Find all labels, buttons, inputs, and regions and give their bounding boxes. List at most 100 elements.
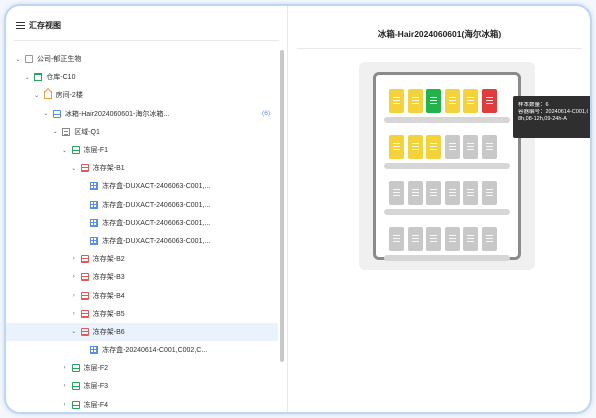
storage-box[interactable] xyxy=(426,89,441,113)
tree-node[interactable]: ⌄ 房间-2楼 xyxy=(6,86,278,104)
chevron-down-icon[interactable]: ⌄ xyxy=(14,56,22,63)
fridge-graphic xyxy=(359,62,535,270)
storage-box[interactable] xyxy=(389,227,404,251)
storage-tree: ⌄ 公司-郁正生物 ⌄ 仓库-C10 ⌄ 房间-2楼 ⌄ 冰箱-Hair2024060601-… xyxy=(6,50,278,412)
tree-node[interactable]: ⌄ 冻存架-B6 xyxy=(6,322,278,341)
box-icon xyxy=(90,200,99,209)
tree-node[interactable]: 冻存盒-DUXACT-2406063-C001,... xyxy=(6,177,278,195)
tree-panel-title: 汇存视图 xyxy=(29,20,61,30)
tree-node[interactable]: › 冻存架-B3 xyxy=(6,268,278,286)
fridge-shelf xyxy=(384,89,510,123)
tree-node[interactable]: ⌄ 冻存架-B1 xyxy=(6,159,278,177)
fridge-interior xyxy=(373,72,521,261)
tree-node[interactable]: ⌄ 仓库-C10 xyxy=(6,68,278,86)
tree-node-label: 冻存架-B1 xyxy=(92,165,125,173)
chevron-down-icon[interactable]: ⌄ xyxy=(61,147,69,154)
tree-node[interactable]: ⌄ 公司-郁正生物 xyxy=(6,50,278,68)
shelf-bar xyxy=(384,117,510,123)
scrollbar[interactable] xyxy=(280,50,284,362)
chevron-down-icon[interactable]: ⌄ xyxy=(70,328,78,335)
storage-box[interactable] xyxy=(389,89,404,113)
storage-box[interactable] xyxy=(389,181,404,205)
storage-box[interactable] xyxy=(481,181,497,205)
storage-box[interactable] xyxy=(481,135,497,159)
tree-node[interactable]: ⌄ 区域-Q1 xyxy=(6,123,278,141)
chevron-down-icon[interactable]: ⌄ xyxy=(70,165,78,172)
chevron-down-icon[interactable]: ⌄ xyxy=(51,128,59,135)
chevron-right-icon[interactable]: › xyxy=(70,256,78,262)
chevron-right-icon[interactable]: › xyxy=(61,365,69,371)
divider xyxy=(297,48,582,49)
shelf-icon xyxy=(80,309,89,318)
box-icon xyxy=(90,346,99,355)
tree-node-label: 冻层-F3 xyxy=(83,383,109,391)
divider xyxy=(14,40,279,41)
storage-box[interactable] xyxy=(463,89,478,113)
storage-box[interactable] xyxy=(426,227,441,251)
storage-box[interactable] xyxy=(444,181,460,205)
tree-node-label: 冻存架-B4 xyxy=(92,292,125,300)
storage-box[interactable] xyxy=(463,135,478,159)
chevron-right-icon[interactable]: › xyxy=(70,293,78,299)
storage-box[interactable] xyxy=(426,181,441,205)
tree-node[interactable]: ⌄ 冻层-F1 xyxy=(6,141,278,159)
fridge-view-panel: 冰箱-Hair2024060601(海尔冰箱) 样本数量：6 容器编号：2024… xyxy=(289,6,590,412)
tree-node[interactable]: › 冻存架-B2 xyxy=(6,250,278,268)
storage-box[interactable] xyxy=(481,227,497,251)
chevron-right-icon[interactable]: › xyxy=(61,383,69,389)
shelf-icon xyxy=(80,255,89,264)
chevron-right-icon[interactable]: › xyxy=(70,311,78,317)
storage-box[interactable] xyxy=(444,227,460,251)
floor-icon xyxy=(71,400,80,409)
storage-box[interactable] xyxy=(481,89,497,113)
storage-box[interactable] xyxy=(444,89,460,113)
storage-box[interactable] xyxy=(463,181,478,205)
tree-panel-header: 汇存视图 xyxy=(16,18,61,32)
tree-node-label: 冻存盒-DUXACT-2406063-C001,... xyxy=(102,219,211,227)
chevron-down-icon[interactable]: ⌄ xyxy=(42,110,50,117)
shelf-icon xyxy=(80,273,89,282)
tree-node[interactable]: 冻存盒-DUXACT-2406063-C001,... xyxy=(6,232,278,250)
tree-node[interactable]: › 冻存架-B4 xyxy=(6,286,278,304)
company-icon xyxy=(25,55,33,64)
app-frame: 汇存视图 ⌄ 公司-郁正生物 ⌄ 仓库-C10 ⌄ 房间-2楼 ⌄ 冰箱-Hair202406… xyxy=(4,4,592,414)
tooltip-detail: 8h,08-12h,09-24h-A xyxy=(518,116,567,122)
fridge-shelf xyxy=(384,181,510,215)
fridge-shelf xyxy=(384,227,510,261)
storage-box[interactable] xyxy=(407,181,423,205)
tree-node-count: (6) xyxy=(262,110,270,118)
tree-node-label: 冻存盒-DUXACT-2406063-C001,... xyxy=(102,201,211,209)
chevron-down-icon[interactable]: ⌄ xyxy=(33,92,41,99)
chevron-right-icon[interactable]: › xyxy=(70,274,78,280)
storage-box[interactable] xyxy=(407,135,423,159)
fridge-view-title: 冰箱-Hair2024060601(海尔冰箱) xyxy=(377,29,502,39)
shelf-icon xyxy=(80,327,89,336)
tree-node-label: 公司-郁正生物 xyxy=(37,56,82,64)
storage-box[interactable] xyxy=(407,89,423,113)
tree-node[interactable]: › 冻层-F2 xyxy=(6,359,278,377)
box-icon xyxy=(90,236,99,245)
tree-node[interactable]: › 冻层-F4 xyxy=(6,396,278,412)
chevron-down-icon[interactable]: ⌄ xyxy=(23,74,31,81)
tree-node[interactable]: 冻存盒-20240614-C001,C002,C... xyxy=(6,341,278,359)
tree-node[interactable]: › 冻存架-B5 xyxy=(6,305,278,323)
tree-node-label: 冰箱-Hair2024060601-海尔冰箱... xyxy=(64,110,170,118)
tree-node-label: 冻存盒-20240614-C001,C002,C... xyxy=(102,347,208,355)
box-icon xyxy=(90,218,99,227)
chevron-right-icon[interactable]: › xyxy=(61,402,69,408)
tree-node-label: 冻存盒-DUXACT-2406063-C001,... xyxy=(102,237,211,245)
tree-node[interactable]: ⌄ 冰箱-Hair2024060601-海尔冰箱... (6) xyxy=(6,105,278,123)
storage-box[interactable] xyxy=(444,135,460,159)
area-icon xyxy=(62,127,71,136)
storage-box[interactable] xyxy=(407,227,423,251)
shelf-bar xyxy=(384,163,510,169)
storage-box[interactable] xyxy=(389,135,404,159)
tree-node[interactable]: 冻存盒-DUXACT-2406063-C001,... xyxy=(6,214,278,232)
tree-node-label: 冻存架-B5 xyxy=(92,310,125,318)
storage-box[interactable] xyxy=(463,227,478,251)
tree-node[interactable]: › 冻层-F3 xyxy=(6,377,278,395)
tree-node-label: 冻存盒-DUXACT-2406063-C001,... xyxy=(102,183,211,191)
storage-box[interactable] xyxy=(426,135,441,159)
tree-node[interactable]: 冻存盒-DUXACT-2406063-C001,... xyxy=(6,196,278,214)
menu-icon[interactable] xyxy=(16,21,25,29)
